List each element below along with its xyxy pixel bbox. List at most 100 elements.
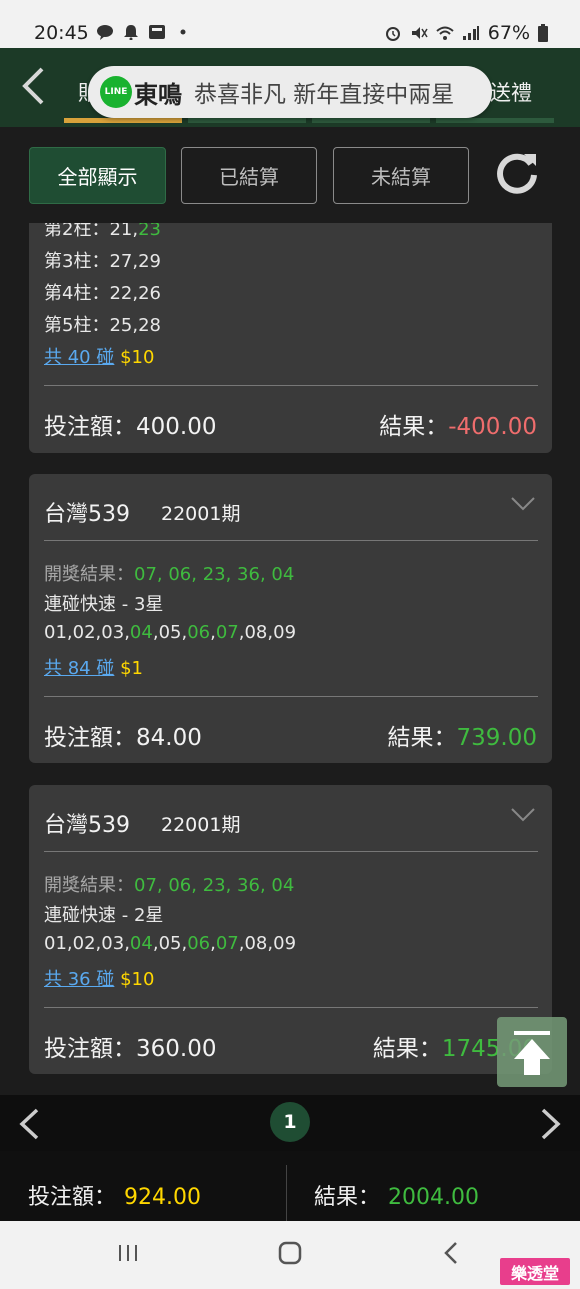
column-line: 第5柱：25,28 (44, 315, 161, 336)
prev-page-icon[interactable] (18, 1107, 40, 1141)
picked-number: 06 (187, 933, 211, 954)
back-chevron-icon[interactable] (20, 66, 46, 106)
combo-count-link[interactable]: 共 36 碰 (44, 969, 114, 990)
picked-number: 04 (129, 933, 153, 954)
combo-summary: 共 84 碰 $1 (44, 654, 143, 680)
arrow-up-icon (514, 1031, 550, 1075)
picked-number: 05 (158, 622, 182, 643)
bet-card[interactable]: 台灣539 22001期 開獎結果：07, 06, 23, 36, 04 連碰快… (29, 474, 552, 763)
picked-number: 02 (72, 933, 96, 954)
toast-message: 恭喜非凡 新年直接中兩星 (194, 82, 455, 108)
total-result: 結果： 2004.00 (314, 1185, 479, 1210)
card-divider (44, 385, 538, 386)
unit-price: $10 (120, 347, 155, 368)
tab-gift-label[interactable]: 送禮 (490, 77, 532, 107)
system-nav-bar (0, 1221, 580, 1289)
back-icon[interactable] (440, 1241, 464, 1265)
battery-icon (538, 24, 548, 42)
draw-result: 開獎結果：07, 06, 23, 36, 04 (44, 875, 295, 896)
picked-number: 01 (44, 933, 67, 954)
picked-number: 09 (273, 933, 297, 954)
picked-number: 02 (72, 622, 96, 643)
column-line: 第3柱：27,29 (44, 251, 161, 272)
bet-list[interactable]: 第2柱：21,23 第3柱：27,29 第4柱：22,26 第5柱：25,28 … (0, 223, 580, 1095)
play-type: 連碰快速 - 3星 (44, 594, 164, 615)
total-bet: 投注額： 924.00 (28, 1185, 201, 1210)
signal-icon (462, 26, 479, 40)
line-notification-icon (97, 25, 113, 40)
card-divider (44, 1007, 538, 1008)
totals-bar: 投注額： 924.00 結果： 2004.00 (0, 1151, 580, 1221)
recent-apps-icon[interactable] (116, 1241, 140, 1265)
more-dot-icon (180, 29, 186, 35)
bet-result: 結果：739.00 (387, 725, 537, 751)
picked-number: 06 (187, 622, 211, 643)
alarm-icon (385, 27, 400, 41)
play-type: 連碰快速 - 2星 (44, 905, 164, 926)
combo-summary: 共 36 碰 $10 (44, 965, 154, 991)
game-name: 台灣539 (44, 502, 130, 527)
status-time: 20:45 (34, 22, 89, 44)
current-page[interactable]: 1 (270, 1102, 310, 1142)
combo-count-link[interactable]: 共 40 碰 (44, 347, 114, 368)
picked-numbers: 01,02,03,04,05,06,07,08,09 (44, 622, 296, 643)
next-page-icon[interactable] (540, 1107, 562, 1141)
game-name: 台灣539 (44, 813, 130, 838)
picked-number: 05 (158, 933, 182, 954)
picked-number: 01 (44, 622, 67, 643)
bet-amount: 投注額：84.00 (44, 725, 202, 751)
column-line: 第2柱：21,23 (44, 223, 161, 240)
draw-result: 開獎結果：07, 06, 23, 36, 04 (44, 564, 295, 585)
unit-price: $1 (120, 658, 143, 679)
combo-summary: 共 40 碰 $10 (44, 343, 154, 369)
bell-icon (124, 25, 138, 40)
picked-number: 08 (244, 622, 268, 643)
issue-number: 22001期 (161, 503, 241, 525)
refresh-icon[interactable] (494, 149, 540, 195)
picked-number: 07 (215, 622, 239, 643)
wifi-icon (436, 26, 454, 40)
battery-percent: 67% (487, 22, 530, 44)
picked-number: 04 (129, 622, 153, 643)
bet-card[interactable]: 台灣539 22001期 開獎結果：07, 06, 23, 36, 04 連碰快… (29, 785, 552, 1074)
combo-count-link[interactable]: 共 84 碰 (44, 658, 114, 679)
picked-number: 03 (101, 622, 125, 643)
filter-bar: 全部顯示 已結算 未結算 (0, 127, 580, 223)
app-root: { "status_bar": { "time": "20:45", "batt… (0, 0, 580, 1289)
filter-unsettled-button[interactable]: 未結算 (333, 147, 469, 204)
picked-number: 09 (273, 622, 297, 643)
card-divider (44, 851, 538, 852)
picked-numbers: 01,02,03,04,05,06,07,08,09 (44, 933, 296, 954)
system-icons: 67% (384, 22, 548, 44)
picked-number: 08 (244, 933, 268, 954)
column-line: 第4柱：22,26 (44, 283, 161, 304)
unit-price: $10 (120, 969, 155, 990)
scroll-to-top-button[interactable] (497, 1017, 567, 1087)
tab-indicator[interactable] (436, 118, 554, 123)
pagination: 1 (0, 1095, 580, 1151)
chevron-down-icon[interactable] (510, 807, 536, 823)
filter-all-button[interactable]: 全部顯示 (29, 147, 166, 204)
line-notification-toast[interactable]: LINE 東鳴 恭喜非凡 新年直接中兩星 (88, 66, 492, 118)
watermark-logo: 樂透堂 (500, 1258, 570, 1285)
tab-indicator[interactable] (188, 118, 306, 123)
chevron-down-icon[interactable] (510, 496, 536, 512)
picked-number: 03 (101, 933, 125, 954)
issue-number: 22001期 (161, 814, 241, 836)
line-logo-icon: LINE (100, 76, 132, 108)
tab-indicator-active[interactable] (64, 118, 182, 123)
bet-card: 第2柱：21,23 第3柱：27,29 第4柱：22,26 第5柱：25,28 … (29, 223, 552, 453)
filter-settled-button[interactable]: 已結算 (181, 147, 317, 204)
toast-sender: 東鳴 (134, 80, 182, 109)
card-divider (44, 540, 538, 541)
picked-number: 07 (215, 933, 239, 954)
home-icon[interactable] (278, 1241, 302, 1265)
mute-icon (411, 27, 428, 39)
notification-icons (96, 24, 192, 40)
bet-amount: 投注額：360.00 (44, 1036, 217, 1062)
card-divider (44, 696, 538, 697)
totals-divider (286, 1165, 287, 1221)
status-bar: 20:45 67% (0, 0, 580, 48)
bet-result: 結果：-400.00 (379, 414, 537, 440)
tab-indicator[interactable] (312, 118, 430, 123)
